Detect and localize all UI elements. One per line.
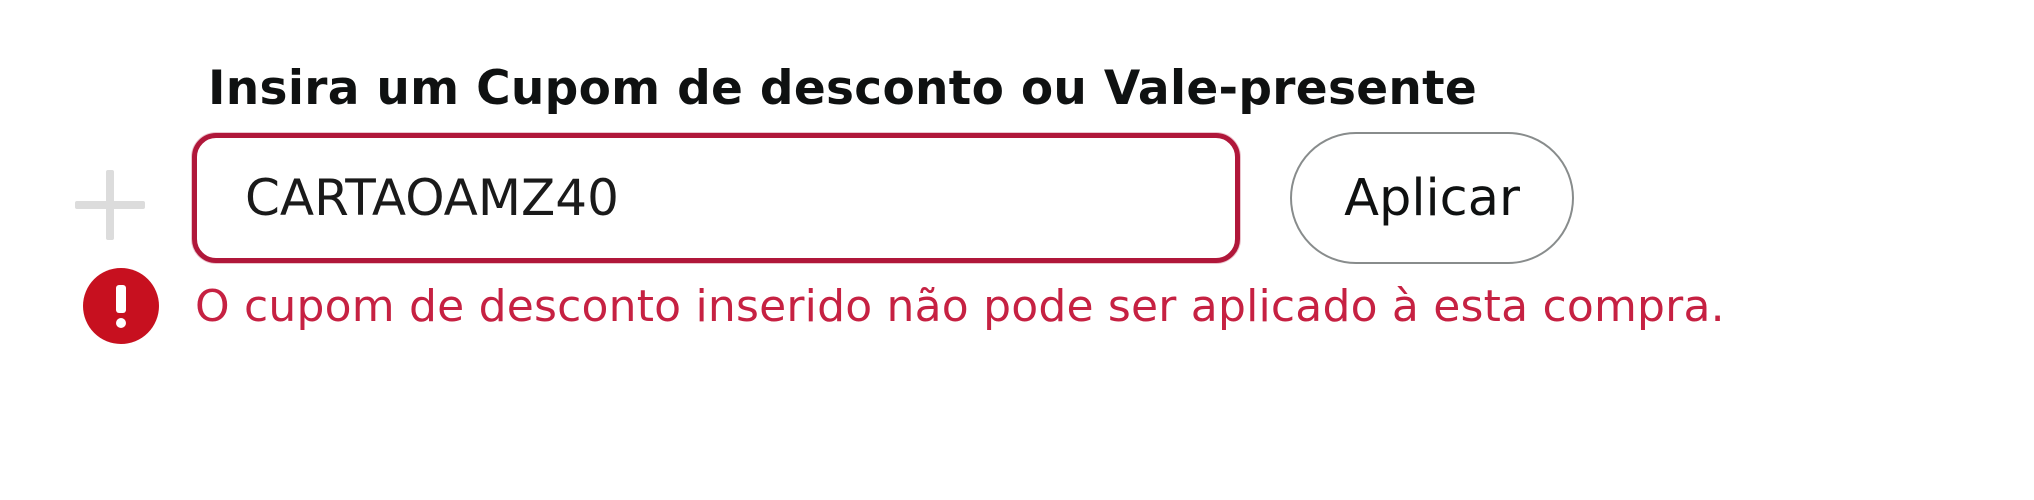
coupon-error-row: O cupom de desconto inserido não pode se… (83, 268, 1725, 344)
coupon-code-input[interactable] (192, 133, 1240, 263)
coupon-error-message: O cupom de desconto inserido não pode se… (195, 280, 1725, 332)
coupon-section: Insira um Cupom de desconto ou Vale-pres… (0, 0, 2034, 500)
error-alert-icon (83, 268, 159, 344)
apply-coupon-button[interactable]: Aplicar (1290, 132, 1574, 264)
plus-icon[interactable] (75, 170, 145, 240)
exclamation-dot (116, 318, 126, 328)
exclamation-bar (116, 285, 126, 313)
coupon-heading: Insira um Cupom de desconto ou Vale-pres… (208, 61, 1478, 116)
